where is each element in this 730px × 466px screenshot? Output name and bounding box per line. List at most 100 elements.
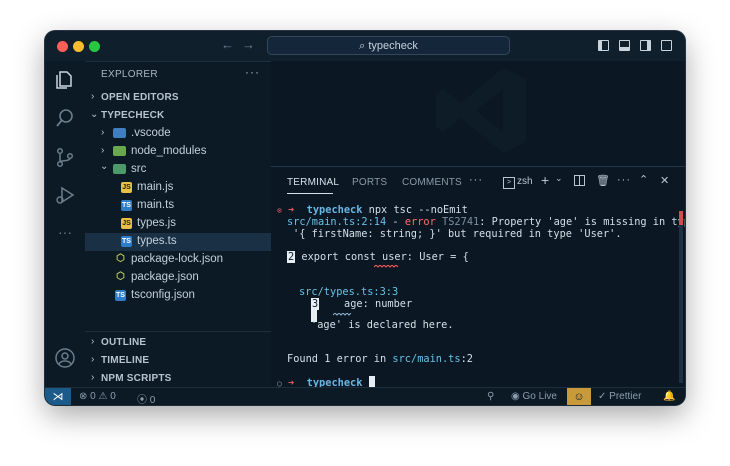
terminal-line-code: 2 export const user: User = {	[287, 251, 469, 263]
tree-item-main-js[interactable]: JS main.js	[85, 179, 271, 197]
maximize-panel-chevron-icon[interactable]: ⌃	[639, 173, 648, 186]
terminal-line-command: ⊗ ➜ typecheck npx tsc --noEmit	[277, 204, 468, 216]
tab-terminal[interactable]: TERMINAL	[287, 177, 339, 188]
double-check-icon: ✓	[598, 391, 607, 402]
ports-indicator[interactable]: ⦿ 0	[137, 391, 155, 405]
explorer-icon[interactable]	[54, 69, 76, 91]
info-squiggle	[333, 313, 351, 316]
zoom-window-button[interactable]	[89, 41, 100, 52]
explorer-more-actions[interactable]: ···	[245, 65, 260, 79]
prompt-cwd: typecheck	[306, 204, 363, 216]
prompt-arrow-icon: ➜	[288, 204, 295, 216]
chevron-right-icon: ›	[101, 145, 105, 156]
go-live-button[interactable]: ◉ Go Live	[511, 391, 557, 402]
error-message-2: '{ firstName: string; }' but required in…	[293, 228, 622, 240]
activity-bar: ··· 1	[45, 61, 85, 405]
code-line-number: 2	[287, 251, 296, 263]
tree-item-src[interactable]: ⌄ src	[85, 161, 271, 179]
vscode-logo-watermark	[436, 68, 526, 153]
terminal-scrollbar[interactable]	[679, 211, 683, 383]
tab-comments[interactable]: COMMENTS	[402, 177, 462, 188]
terminal-panel: TERMINAL PORTS COMMENTS ··· > zsh + ⌄ 🗑 …	[271, 166, 685, 389]
tree-item-vscode[interactable]: › .vscode	[85, 125, 271, 143]
problems-indicator[interactable]: ⊗ 0 ⚠ 0	[79, 391, 116, 402]
tree-item-label: .vscode	[131, 127, 171, 139]
error-circle-icon: ⊗	[277, 206, 282, 215]
prettier-label: Prettier	[609, 391, 642, 402]
toggle-primary-sidebar-icon[interactable]	[598, 40, 609, 51]
folder-node-icon	[113, 146, 126, 156]
js-file-icon: JS	[121, 218, 132, 229]
status-bar: ⋊ ⊗ 0 ⚠ 0 ⦿ 0 ⚲ ◉ Go Live ☺ ✓ Prettier 🔔	[45, 387, 685, 405]
tree-item-node-modules[interactable]: › node_modules	[85, 143, 271, 161]
section-open-editors[interactable]: OPEN EDITORS	[101, 92, 179, 103]
trash-icon[interactable]: 🗑	[596, 174, 610, 187]
tree-item-main-ts[interactable]: TS main.ts	[85, 197, 271, 215]
ts-file-icon: TS	[121, 236, 132, 247]
error-squiggle	[374, 265, 398, 268]
error-code: TS2741	[442, 216, 480, 228]
folder-vscode-icon	[113, 128, 126, 138]
remote-indicator-icon[interactable]: ⋊	[45, 388, 71, 405]
copilot-icon[interactable]: ☺	[567, 388, 591, 405]
toggle-secondary-sidebar-icon[interactable]	[640, 40, 651, 51]
run-debug-icon[interactable]	[54, 184, 76, 206]
back-arrow-icon[interactable]: ←	[221, 37, 234, 52]
json-file-icon: ⬡	[116, 271, 125, 282]
tree-item-label: types.js	[137, 217, 176, 229]
broadcast-icon: ⦿	[137, 395, 147, 405]
panel-more-icon[interactable]: ···	[469, 174, 483, 186]
forward-arrow-icon[interactable]: →	[242, 37, 255, 52]
more-views-icon[interactable]: ···	[54, 223, 76, 245]
section-outline[interactable]: OUTLINE	[101, 337, 146, 348]
tree-item-tsconfig[interactable]: TS tsconfig.json	[85, 287, 271, 305]
minimize-window-button[interactable]	[73, 41, 84, 52]
chevron-right-icon: ›	[91, 336, 95, 347]
account-icon[interactable]	[54, 347, 76, 369]
chevron-right-icon: ›	[101, 127, 105, 138]
tree-item-label: main.ts	[137, 199, 175, 211]
divider	[85, 331, 271, 332]
tree-item-label: node_modules	[131, 145, 207, 157]
terminal-line-related-code: 3 age: number	[311, 298, 412, 310]
error-message-1: : Property 'age' is missing in type	[479, 216, 685, 228]
error-icon: ⊗	[79, 391, 88, 402]
close-window-button[interactable]	[57, 41, 68, 52]
new-terminal-plus-icon[interactable]: +	[541, 172, 549, 188]
toggle-panel-icon[interactable]	[619, 40, 630, 51]
summary-suffix: :2	[460, 353, 473, 365]
chevron-down-icon: ⌄	[90, 109, 99, 120]
prettier-button[interactable]: ✓ Prettier	[598, 391, 641, 402]
related-location: src/types.ts:3:3	[299, 286, 398, 298]
title-bar: ← → ⌕ typecheck	[45, 31, 685, 62]
folder-src-icon	[113, 164, 126, 174]
go-live-label: Go Live	[522, 391, 557, 402]
section-project[interactable]: TYPECHECK	[101, 110, 164, 121]
customize-layout-icon[interactable]	[661, 40, 672, 51]
split-terminal-icon[interactable]	[574, 175, 585, 189]
terminal-more-icon[interactable]: ···	[617, 174, 631, 186]
section-timeline[interactable]: TIMELINE	[101, 355, 149, 366]
source-control-icon[interactable]	[54, 146, 76, 168]
notifications-bell-icon[interactable]: 🔔	[663, 391, 675, 402]
tab-ports[interactable]: PORTS	[352, 177, 387, 188]
js-file-icon: JS	[121, 182, 132, 193]
vscode-window: ← → ⌕typecheck ··· 1 EXPLORER	[45, 31, 685, 405]
command-center-search[interactable]: ⌕ typecheck	[267, 36, 510, 55]
terminal-shell-name[interactable]: zsh	[517, 176, 533, 187]
pin-icon[interactable]: ⚲	[487, 391, 494, 402]
search-icon[interactable]	[54, 107, 76, 129]
tree-item-package-json[interactable]: ⬡ package.json	[85, 269, 271, 287]
tree-item-types-ts[interactable]: TS types.ts	[85, 233, 271, 251]
section-npm-scripts[interactable]: NPM SCRIPTS	[101, 373, 172, 384]
tree-item-package-lock[interactable]: ⬡ package-lock.json	[85, 251, 271, 269]
error-count: 0	[90, 391, 96, 402]
related-location-text: src/types.ts:3:3	[299, 286, 399, 298]
tree-item-label: package-lock.json	[131, 253, 224, 265]
explorer-title: EXPLORER	[101, 69, 158, 80]
related-code: age: number	[319, 298, 413, 310]
chevron-down-icon[interactable]: ⌄	[555, 173, 563, 184]
close-panel-icon[interactable]: ✕	[660, 174, 669, 187]
tree-item-types-js[interactable]: JS types.js	[85, 215, 271, 233]
terminal-line-summary: Found 1 error in src/main.ts:2	[287, 353, 473, 365]
